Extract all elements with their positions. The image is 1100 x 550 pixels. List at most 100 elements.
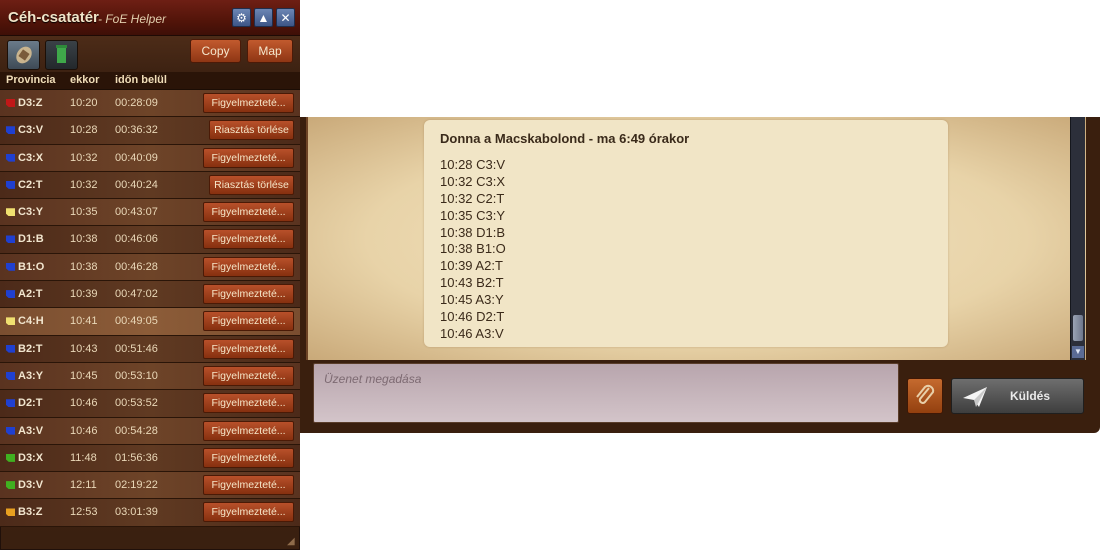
column-within[interactable]: időn belül xyxy=(115,74,167,86)
table-row: B3:Z 12:53 03:01:39 Figyelmezteté... xyxy=(0,499,300,527)
message-line: 10:38 B1:O xyxy=(440,241,506,257)
guild-battleground-panel: Céh-csatatér - FoE Helper ⚙ ▲ ✕ Copy Map xyxy=(0,0,300,550)
alert-button[interactable]: Figyelmezteté... xyxy=(203,420,294,441)
province-cell: D1:B xyxy=(18,233,44,246)
alert-button[interactable]: Figyelmezteté... xyxy=(203,147,294,168)
table-row: D3:V 12:11 02:19:22 Figyelmezteté... xyxy=(0,472,300,500)
province-flag-icon xyxy=(6,481,15,490)
chat-scrollbar[interactable]: ▼ xyxy=(1070,117,1085,360)
time-cell: 12:11 xyxy=(70,479,97,492)
table-row: B2:T 10:43 00:51:46 Figyelmezteté... xyxy=(0,335,300,363)
paper-plane-icon xyxy=(963,387,987,407)
panel-subtitle: - FoE Helper xyxy=(98,12,167,26)
province-cell: C4:H xyxy=(18,315,44,328)
province-flag-icon xyxy=(6,99,15,107)
province-cell: A2:T xyxy=(18,288,43,301)
table-row: A3:V 10:46 00:54:28 Figyelmezteté... xyxy=(0,417,300,445)
table-row: D3:Z 10:20 00:28:09 Figyelmezteté... xyxy=(0,90,300,118)
close-button[interactable]: ✕ xyxy=(276,8,295,27)
province-cell: C3:V xyxy=(18,124,44,137)
message-input-placeholder: Üzenet megadása xyxy=(324,372,422,386)
table-row: C3:X 10:32 00:40:09 Figyelmezteté... xyxy=(0,144,300,172)
province-flag-icon xyxy=(6,508,15,517)
province-cell: D3:Z xyxy=(18,97,43,109)
province-flag-icon xyxy=(6,399,15,408)
remaining-cell: 00:53:52 xyxy=(115,397,158,410)
time-cell: 12:53 xyxy=(70,506,98,519)
alert-button[interactable]: Riasztás törlése xyxy=(209,120,294,141)
table-row: C4:H 10:41 00:49:05 Figyelmezteté... xyxy=(0,308,300,336)
time-cell: 10:32 xyxy=(70,178,98,191)
panel-header[interactable]: Céh-csatatér - FoE Helper ⚙ ▲ ✕ xyxy=(0,0,300,36)
alert-button[interactable]: Figyelmezteté... xyxy=(203,202,294,223)
scroll-thumb[interactable] xyxy=(1073,315,1083,341)
settings-button[interactable]: ⚙ xyxy=(232,8,251,27)
province-cell: B2:T xyxy=(18,342,43,355)
time-cell: 11:48 xyxy=(70,451,97,464)
message-input[interactable]: Üzenet megadása xyxy=(313,363,899,423)
scroll-down-button[interactable]: ▼ xyxy=(1072,346,1084,358)
time-cell: 10:35 xyxy=(70,206,98,219)
alert-button[interactable]: Figyelmezteté... xyxy=(203,256,294,277)
remaining-cell: 00:40:24 xyxy=(115,178,158,191)
remaining-cell: 00:46:06 xyxy=(115,233,158,246)
province-flag-icon xyxy=(6,262,15,271)
close-icon: ✕ xyxy=(280,11,291,25)
minimize-button[interactable]: ▲ xyxy=(254,8,273,27)
alert-button[interactable]: Figyelmezteté... xyxy=(203,475,294,496)
alert-button[interactable]: Figyelmezteté... xyxy=(203,93,294,113)
panel-title: Céh-csatatér xyxy=(8,9,99,26)
copy-button[interactable]: Copy xyxy=(190,39,241,63)
province-flag-icon xyxy=(6,235,15,244)
time-cell: 10:43 xyxy=(70,342,98,355)
alert-button[interactable]: Figyelmezteté... xyxy=(203,338,294,359)
column-when[interactable]: ekkor xyxy=(70,74,99,86)
alert-button[interactable]: Figyelmezteté... xyxy=(203,229,294,250)
remaining-cell: 03:01:39 xyxy=(115,506,158,519)
province-table: D3:Z 10:20 00:28:09 Figyelmezteté... C3:V 10:… xyxy=(0,90,300,527)
alert-button[interactable]: Figyelmezteté... xyxy=(203,284,294,305)
province-flag-icon xyxy=(6,290,15,299)
gear-icon: ⚙ xyxy=(236,11,247,25)
province-cell: C3:Y xyxy=(18,206,44,219)
message-line: 10:46 A3:V xyxy=(440,325,504,341)
paperclip-icon xyxy=(916,384,935,404)
message-line: 10:28 C3:V xyxy=(440,157,506,172)
province-cell: D3:V xyxy=(18,479,44,492)
alert-button[interactable]: Figyelmezteté... xyxy=(203,311,294,332)
chevron-up-icon: ▲ xyxy=(257,11,270,25)
province-cell: D2:T xyxy=(18,397,43,410)
province-flag-icon xyxy=(6,453,15,462)
message-line: 10:43 B2:T xyxy=(440,275,504,291)
attach-button[interactable] xyxy=(907,378,943,414)
remaining-cell: 00:36:32 xyxy=(115,124,158,137)
column-province[interactable]: Provincia xyxy=(6,74,56,86)
province-flag-icon xyxy=(6,208,15,217)
alert-button[interactable]: Figyelmezteté... xyxy=(203,393,294,414)
table-row: B1:O 10:38 00:46:28 Figyelmezteté... xyxy=(0,253,300,282)
province-cell: C3:X xyxy=(18,151,44,164)
table-header: Provincia ekkor időn belül xyxy=(0,72,300,90)
map-button[interactable]: Map xyxy=(247,39,293,63)
send-button[interactable]: Küldés xyxy=(951,378,1084,414)
alert-button[interactable]: Figyelmezteté... xyxy=(203,365,294,386)
time-cell: 10:45 xyxy=(70,369,98,382)
message-line: 10:45 A3:Y xyxy=(440,292,504,308)
alert-button[interactable]: Figyelmezteté... xyxy=(203,502,294,523)
table-row: A3:Y 10:45 00:53:10 Figyelmezteté... xyxy=(0,362,300,391)
remaining-cell: 00:47:02 xyxy=(115,288,158,301)
province-cell: C2:T xyxy=(18,178,43,191)
time-cell: 10:38 xyxy=(70,260,98,273)
tab-tower[interactable] xyxy=(45,40,78,70)
time-cell: 10:41 xyxy=(70,315,98,328)
tab-battle[interactable] xyxy=(7,40,40,70)
remaining-cell: 02:19:22 xyxy=(115,479,158,492)
tower-icon xyxy=(56,45,67,63)
table-row: D2:T 10:46 00:53:52 Figyelmezteté... xyxy=(0,390,300,418)
alert-button[interactable]: Figyelmezteté... xyxy=(203,447,294,468)
alert-button[interactable]: Riasztás törlése xyxy=(209,174,294,195)
message-author: Donna a Macskabolond - ma 6:49 órakor xyxy=(440,131,690,146)
table-row: C2:T 10:32 00:40:24 Riasztás törlése xyxy=(0,171,300,200)
resize-grip[interactable]: ◢ xyxy=(287,537,297,547)
time-cell: 10:46 xyxy=(70,424,98,437)
